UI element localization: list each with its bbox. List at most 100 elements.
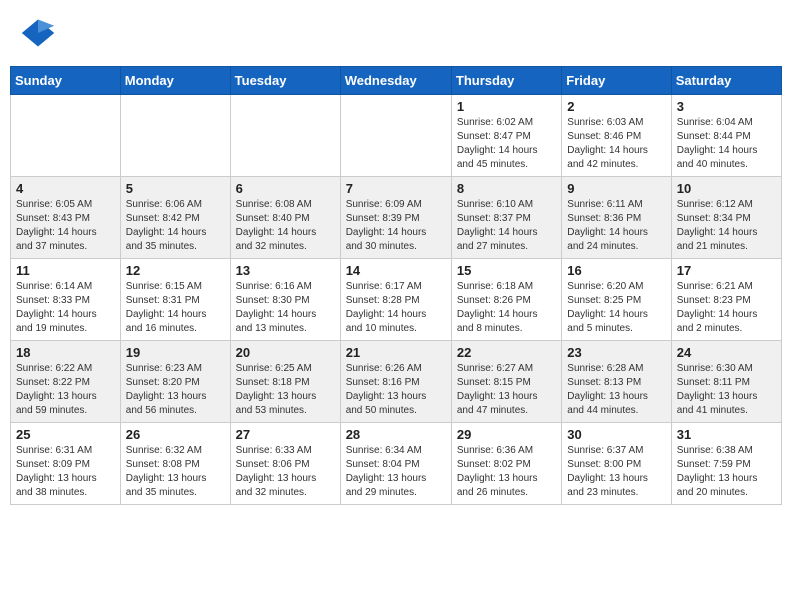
calendar-cell: 26 Sunrise: 6:32 AM Sunset: 8:08 PM Dayli… bbox=[120, 423, 230, 505]
calendar-table: SundayMondayTuesdayWednesdayThursdayFrid… bbox=[10, 66, 782, 505]
day-number: 2 bbox=[567, 99, 665, 114]
day-number: 18 bbox=[16, 345, 115, 360]
calendar-cell: 27 Sunrise: 6:33 AM Sunset: 8:06 PM Dayli… bbox=[230, 423, 340, 505]
day-info: Sunrise: 6:10 AM Sunset: 8:37 PM Dayligh… bbox=[457, 198, 556, 254]
day-info: Sunrise: 6:02 AM Sunset: 8:47 PM Dayligh… bbox=[457, 116, 556, 172]
day-number: 11 bbox=[16, 263, 115, 278]
day-number: 10 bbox=[677, 181, 776, 196]
day-info: Sunrise: 6:05 AM Sunset: 8:43 PM Dayligh… bbox=[16, 198, 115, 254]
day-info: Sunrise: 6:37 AM Sunset: 8:00 PM Dayligh… bbox=[567, 444, 665, 500]
day-number: 23 bbox=[567, 345, 665, 360]
day-info: Sunrise: 6:31 AM Sunset: 8:09 PM Dayligh… bbox=[16, 444, 115, 500]
calendar-cell: 1 Sunrise: 6:02 AM Sunset: 8:47 PM Daylig… bbox=[451, 95, 561, 177]
calendar-cell: 17Sunrise: 6:21 AM Sunset: 8:23 PM Dayli… bbox=[671, 259, 781, 341]
calendar-cell: 6 Sunrise: 6:08 AM Sunset: 8:40 PM Daylig… bbox=[230, 177, 340, 259]
calendar-cell: 8 Sunrise: 6:10 AM Sunset: 8:37 PM Daylig… bbox=[451, 177, 561, 259]
day-info: Sunrise: 6:16 AM Sunset: 8:30 PM Dayligh… bbox=[236, 280, 335, 336]
day-number: 3 bbox=[677, 99, 776, 114]
calendar-cell: 11Sunrise: 6:14 AM Sunset: 8:33 PM Dayli… bbox=[11, 259, 121, 341]
calendar-cell: 25 Sunrise: 6:31 AM Sunset: 8:09 PM Dayli… bbox=[11, 423, 121, 505]
calendar-cell: 24Sunrise: 6:30 AM Sunset: 8:11 PM Dayli… bbox=[671, 341, 781, 423]
calendar-cell: 4Sunrise: 6:05 AM Sunset: 8:43 PM Daylig… bbox=[11, 177, 121, 259]
day-info: Sunrise: 6:08 AM Sunset: 8:40 PM Dayligh… bbox=[236, 198, 335, 254]
calendar-week-row: 18 Sunrise: 6:22 AM Sunset: 8:22 PM Dayli… bbox=[11, 341, 782, 423]
day-number: 27 bbox=[236, 427, 335, 442]
weekday-header: Sunday bbox=[11, 67, 121, 95]
calendar-cell: 29 Sunrise: 6:36 AM Sunset: 8:02 PM Dayli… bbox=[451, 423, 561, 505]
calendar-cell: 14 Sunrise: 6:17 AM Sunset: 8:28 PM Dayli… bbox=[340, 259, 451, 341]
day-number: 15 bbox=[457, 263, 556, 278]
page-header bbox=[10, 10, 782, 56]
calendar-cell bbox=[11, 95, 121, 177]
weekday-header: Saturday bbox=[671, 67, 781, 95]
day-number: 28 bbox=[346, 427, 446, 442]
day-info: Sunrise: 6:06 AM Sunset: 8:42 PM Dayligh… bbox=[126, 198, 225, 254]
calendar-cell: 15 Sunrise: 6:18 AM Sunset: 8:26 PM Dayli… bbox=[451, 259, 561, 341]
day-number: 7 bbox=[346, 181, 446, 196]
day-number: 29 bbox=[457, 427, 556, 442]
day-number: 6 bbox=[236, 181, 335, 196]
calendar-cell: 7 Sunrise: 6:09 AM Sunset: 8:39 PM Daylig… bbox=[340, 177, 451, 259]
day-number: 26 bbox=[126, 427, 225, 442]
day-info: Sunrise: 6:28 AM Sunset: 8:13 PM Dayligh… bbox=[567, 362, 665, 418]
day-number: 31 bbox=[677, 427, 776, 442]
calendar-cell: 28Sunrise: 6:34 AM Sunset: 8:04 PM Dayli… bbox=[340, 423, 451, 505]
calendar-week-row: 4Sunrise: 6:05 AM Sunset: 8:43 PM Daylig… bbox=[11, 177, 782, 259]
day-number: 22 bbox=[457, 345, 556, 360]
calendar-week-row: 25 Sunrise: 6:31 AM Sunset: 8:09 PM Dayli… bbox=[11, 423, 782, 505]
calendar-cell: 21 Sunrise: 6:26 AM Sunset: 8:16 PM Dayli… bbox=[340, 341, 451, 423]
day-info: Sunrise: 6:20 AM Sunset: 8:25 PM Dayligh… bbox=[567, 280, 665, 336]
day-info: Sunrise: 6:27 AM Sunset: 8:15 PM Dayligh… bbox=[457, 362, 556, 418]
day-number: 13 bbox=[236, 263, 335, 278]
day-number: 5 bbox=[126, 181, 225, 196]
day-info: Sunrise: 6:38 AM Sunset: 7:59 PM Dayligh… bbox=[677, 444, 776, 500]
day-number: 14 bbox=[346, 263, 446, 278]
day-number: 12 bbox=[126, 263, 225, 278]
calendar-header-row: SundayMondayTuesdayWednesdayThursdayFrid… bbox=[11, 67, 782, 95]
calendar-cell: 23 Sunrise: 6:28 AM Sunset: 8:13 PM Dayli… bbox=[562, 341, 671, 423]
calendar-cell bbox=[340, 95, 451, 177]
day-number: 19 bbox=[126, 345, 225, 360]
weekday-header: Friday bbox=[562, 67, 671, 95]
day-number: 30 bbox=[567, 427, 665, 442]
day-info: Sunrise: 6:09 AM Sunset: 8:39 PM Dayligh… bbox=[346, 198, 446, 254]
day-info: Sunrise: 6:21 AM Sunset: 8:23 PM Dayligh… bbox=[677, 280, 776, 336]
day-info: Sunrise: 6:22 AM Sunset: 8:22 PM Dayligh… bbox=[16, 362, 115, 418]
day-info: Sunrise: 6:26 AM Sunset: 8:16 PM Dayligh… bbox=[346, 362, 446, 418]
logo-icon bbox=[20, 15, 56, 51]
calendar-cell: 13 Sunrise: 6:16 AM Sunset: 8:30 PM Dayli… bbox=[230, 259, 340, 341]
day-number: 24 bbox=[677, 345, 776, 360]
calendar-cell bbox=[230, 95, 340, 177]
day-info: Sunrise: 6:23 AM Sunset: 8:20 PM Dayligh… bbox=[126, 362, 225, 418]
day-info: Sunrise: 6:36 AM Sunset: 8:02 PM Dayligh… bbox=[457, 444, 556, 500]
day-info: Sunrise: 6:18 AM Sunset: 8:26 PM Dayligh… bbox=[457, 280, 556, 336]
day-number: 1 bbox=[457, 99, 556, 114]
calendar-cell: 3Sunrise: 6:04 AM Sunset: 8:44 PM Daylig… bbox=[671, 95, 781, 177]
day-info: Sunrise: 6:32 AM Sunset: 8:08 PM Dayligh… bbox=[126, 444, 225, 500]
day-info: Sunrise: 6:33 AM Sunset: 8:06 PM Dayligh… bbox=[236, 444, 335, 500]
logo bbox=[20, 15, 60, 51]
calendar-cell: 12 Sunrise: 6:15 AM Sunset: 8:31 PM Dayli… bbox=[120, 259, 230, 341]
day-info: Sunrise: 6:25 AM Sunset: 8:18 PM Dayligh… bbox=[236, 362, 335, 418]
day-number: 8 bbox=[457, 181, 556, 196]
calendar-cell: 18 Sunrise: 6:22 AM Sunset: 8:22 PM Dayli… bbox=[11, 341, 121, 423]
day-info: Sunrise: 6:12 AM Sunset: 8:34 PM Dayligh… bbox=[677, 198, 776, 254]
calendar-cell: 5 Sunrise: 6:06 AM Sunset: 8:42 PM Daylig… bbox=[120, 177, 230, 259]
weekday-header: Thursday bbox=[451, 67, 561, 95]
calendar-week-row: 11Sunrise: 6:14 AM Sunset: 8:33 PM Dayli… bbox=[11, 259, 782, 341]
day-number: 21 bbox=[346, 345, 446, 360]
calendar-cell: 9Sunrise: 6:11 AM Sunset: 8:36 PM Daylig… bbox=[562, 177, 671, 259]
day-number: 25 bbox=[16, 427, 115, 442]
day-info: Sunrise: 6:15 AM Sunset: 8:31 PM Dayligh… bbox=[126, 280, 225, 336]
calendar-cell: 2 Sunrise: 6:03 AM Sunset: 8:46 PM Daylig… bbox=[562, 95, 671, 177]
day-info: Sunrise: 6:17 AM Sunset: 8:28 PM Dayligh… bbox=[346, 280, 446, 336]
calendar-cell: 31 Sunrise: 6:38 AM Sunset: 7:59 PM Dayli… bbox=[671, 423, 781, 505]
calendar-week-row: 1 Sunrise: 6:02 AM Sunset: 8:47 PM Daylig… bbox=[11, 95, 782, 177]
weekday-header: Monday bbox=[120, 67, 230, 95]
day-info: Sunrise: 6:03 AM Sunset: 8:46 PM Dayligh… bbox=[567, 116, 665, 172]
day-number: 9 bbox=[567, 181, 665, 196]
calendar-cell: 19 Sunrise: 6:23 AM Sunset: 8:20 PM Dayli… bbox=[120, 341, 230, 423]
weekday-header: Tuesday bbox=[230, 67, 340, 95]
calendar-cell: 30 Sunrise: 6:37 AM Sunset: 8:00 PM Dayli… bbox=[562, 423, 671, 505]
day-number: 20 bbox=[236, 345, 335, 360]
